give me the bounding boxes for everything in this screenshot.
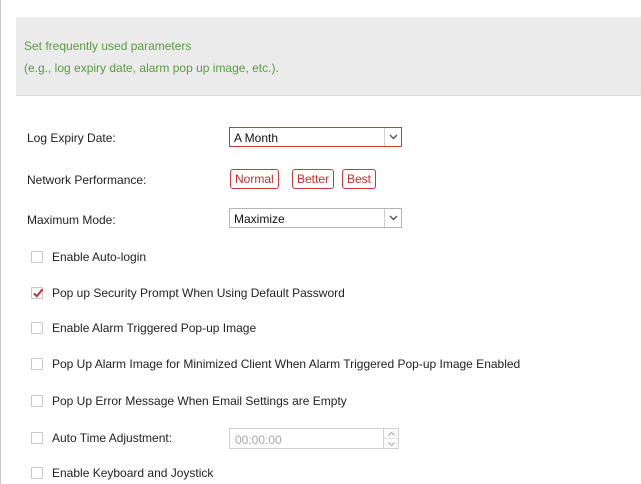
performance-normal-button[interactable]: Normal (230, 169, 279, 189)
log-expiry-value: A Month (234, 131, 279, 145)
log-expiry-label: Log Expiry Date: (27, 131, 116, 145)
keyboard-joystick-checkbox[interactable] (31, 467, 43, 479)
security-prompt-label: Pop up Security Prompt When Using Defaul… (52, 286, 345, 300)
auto-time-adjustment-label: Auto Time Adjustment: (52, 431, 173, 445)
keyboard-joystick-label: Enable Keyboard and Joystick (52, 466, 214, 480)
checkmark-icon (33, 288, 44, 298)
maximum-mode-value: Maximize (234, 212, 285, 226)
minimized-alarm-image-label: Pop Up Alarm Image for Minimized Client … (52, 357, 521, 371)
enable-auto-login-checkbox[interactable] (31, 251, 43, 263)
chevron-down-icon[interactable] (384, 209, 401, 227)
info-box: Set frequently used parameters (e.g., lo… (16, 17, 641, 96)
spinner-down-icon[interactable] (384, 439, 398, 448)
performance-best-button[interactable]: Best (342, 169, 377, 189)
auto-time-value[interactable]: 00:00:00 (235, 433, 282, 447)
security-prompt-checkbox[interactable] (31, 287, 44, 299)
minimized-alarm-image-checkbox[interactable] (31, 358, 43, 370)
enable-auto-login-label: Enable Auto-login (52, 250, 147, 264)
email-error-checkbox[interactable] (31, 395, 43, 407)
time-spinner[interactable] (383, 429, 398, 448)
auto-time-input[interactable]: 00:00:00 (229, 428, 399, 449)
alarm-popup-image-label: Enable Alarm Triggered Pop-up Image (52, 321, 257, 335)
performance-better-button[interactable]: Better (292, 169, 335, 189)
spinner-up-icon[interactable] (384, 429, 398, 439)
maximum-mode-select[interactable]: Maximize (229, 208, 402, 228)
email-error-label: Pop Up Error Message When Email Settings… (52, 394, 347, 408)
log-expiry-select[interactable]: A Month (229, 127, 402, 147)
maximum-mode-label: Maximum Mode: (27, 213, 116, 227)
network-performance-label: Network Performance: (27, 173, 147, 187)
info-line-2: (e.g., log expiry date, alarm pop up ima… (24, 61, 279, 75)
alarm-popup-image-checkbox[interactable] (31, 322, 43, 334)
auto-time-adjustment-checkbox[interactable] (31, 432, 43, 444)
chevron-down-icon[interactable] (384, 128, 401, 146)
info-line-1: Set frequently used parameters (24, 39, 192, 53)
